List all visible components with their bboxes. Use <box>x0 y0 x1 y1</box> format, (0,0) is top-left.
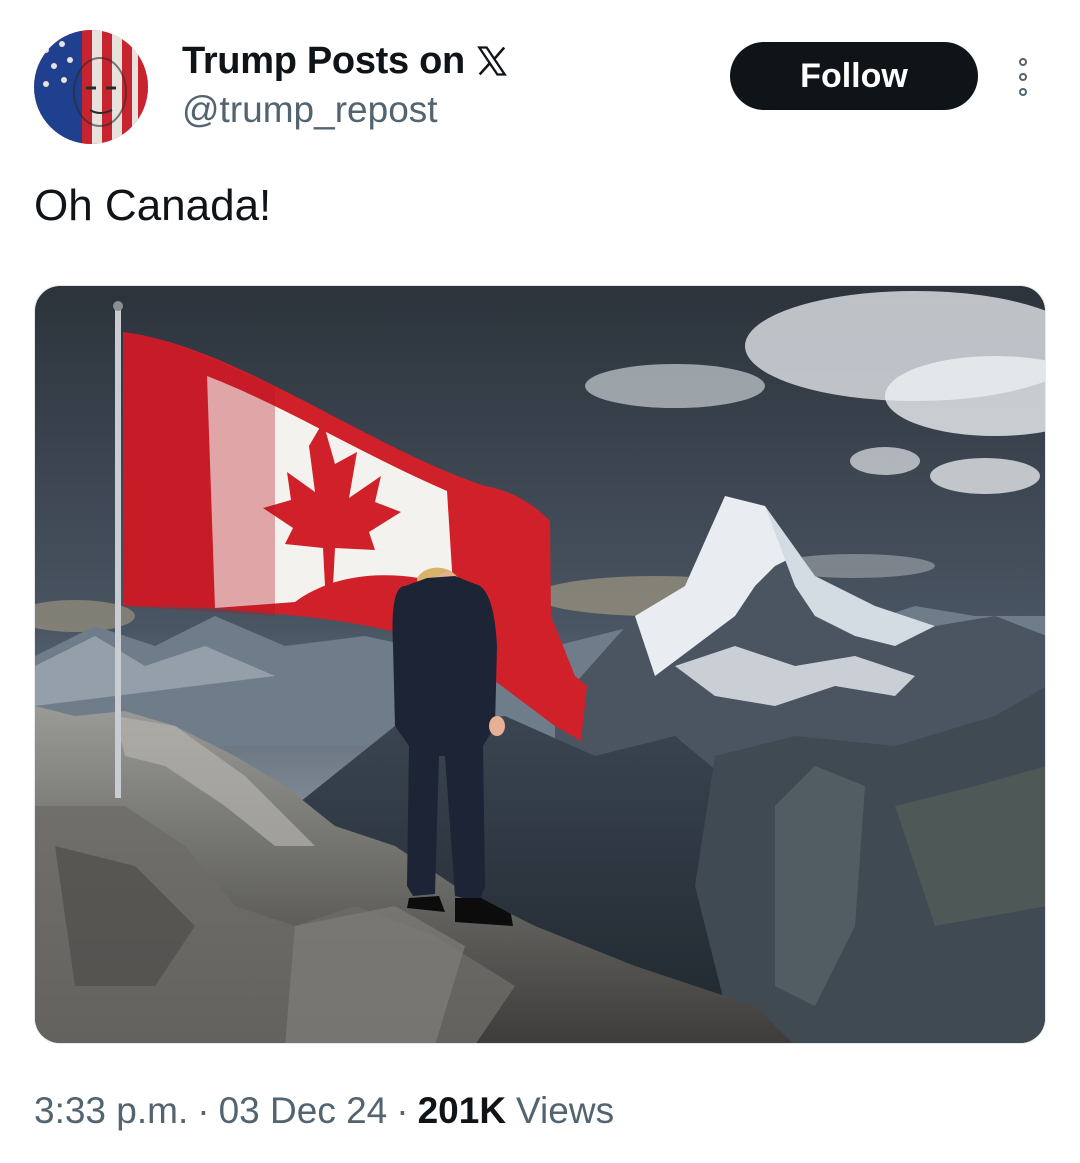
more-dot <box>1019 73 1027 81</box>
more-dot <box>1019 58 1027 66</box>
views-label: Views <box>516 1090 615 1131</box>
tweet-metadata: 3:33 p.m. · 03 Dec 24 · 201K Views <box>34 1088 614 1134</box>
separator-dot: · <box>396 1090 409 1131</box>
x-logo-icon <box>477 46 507 76</box>
photo-canada-flag-mountain <box>35 286 1045 1043</box>
tweet-text: Oh Canada! <box>34 181 272 230</box>
tweet-time[interactable]: 3:33 p.m. <box>34 1088 188 1134</box>
author-handle[interactable]: @trump_repost <box>182 88 438 132</box>
follow-button[interactable]: Follow <box>730 42 978 110</box>
author-avatar[interactable] <box>34 30 148 144</box>
more-dot <box>1019 88 1027 96</box>
author-display-name[interactable]: Trump Posts on <box>182 40 465 82</box>
more-vertical-icon[interactable] <box>1008 52 1038 102</box>
tweet-card: Trump Posts on @trump_repost Follow Oh C… <box>0 0 1080 1163</box>
tweet-date[interactable]: 03 Dec 24 <box>219 1088 388 1134</box>
separator-dot: · <box>197 1090 210 1131</box>
author-name-row[interactable]: Trump Posts on <box>182 40 509 82</box>
views-count: 201K <box>417 1090 507 1131</box>
tweet-photo[interactable] <box>34 285 1046 1044</box>
